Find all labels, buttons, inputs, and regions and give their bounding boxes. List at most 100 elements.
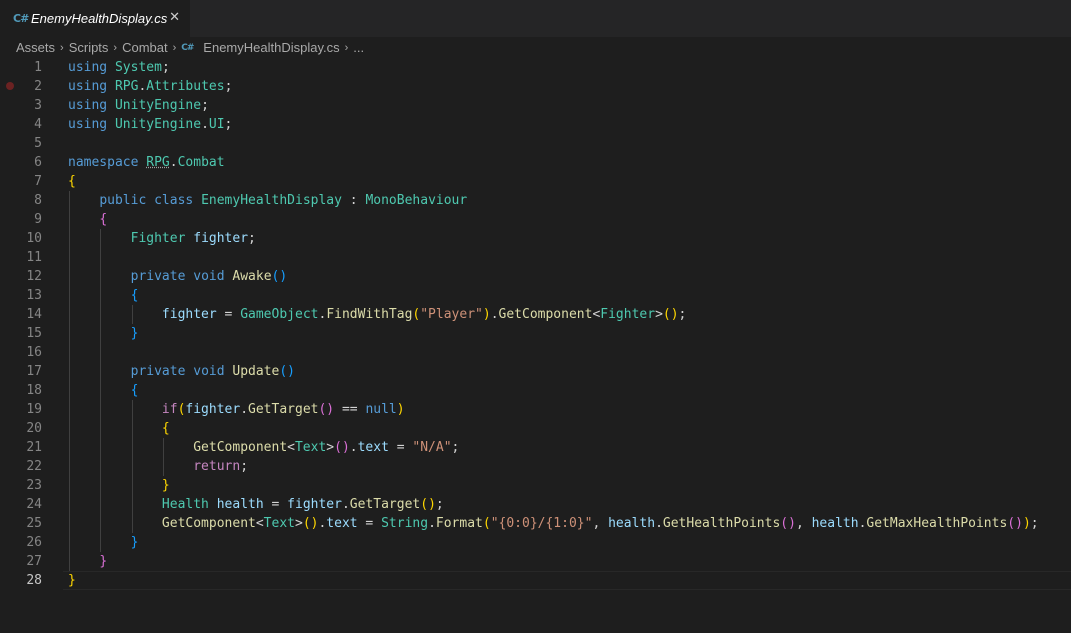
code-text: }	[68, 571, 76, 590]
code-line[interactable]: 9 {	[0, 210, 1071, 229]
code-token: {	[99, 212, 108, 227]
code-token: fighter	[287, 497, 342, 512]
code-token: .	[240, 402, 249, 417]
code-token: ()	[780, 516, 796, 531]
close-icon[interactable]: ✕	[169, 10, 180, 25]
code-token: ()	[318, 402, 335, 417]
breadcrumb-assets[interactable]: Assets	[16, 40, 55, 55]
breadcrumb-symbols[interactable]: ...	[353, 40, 364, 55]
code-text: {	[68, 381, 139, 400]
code-line[interactable]: 26 }	[0, 533, 1071, 552]
code-token: ;	[224, 79, 233, 94]
code-line[interactable]: 22 return;	[0, 457, 1071, 476]
code-token: ;	[451, 440, 460, 455]
code-token: .	[169, 155, 178, 170]
code-line[interactable]: 18 {	[0, 381, 1071, 400]
code-line[interactable]: 24 Health health = fighter.GetTarget();	[0, 495, 1071, 514]
code-line[interactable]: 11	[0, 248, 1071, 267]
code-token: <	[287, 440, 295, 455]
line-number: 6	[34, 155, 42, 170]
code-token: private	[130, 364, 186, 379]
code-token: MonoBehaviour	[365, 193, 468, 208]
line-number: 18	[26, 383, 42, 398]
code-text: }	[68, 324, 139, 343]
code-text: Health health = fighter.GetTarget();	[68, 495, 444, 514]
code-editor[interactable]: 1 using System; 2 using RPG.Attributes; 3 usi…	[0, 58, 1071, 633]
code-token: EnemyHealthDisplay	[201, 193, 342, 208]
code-token: RPG	[146, 155, 170, 170]
code-token: =	[216, 307, 241, 322]
code-token: :	[341, 193, 366, 208]
line-number: 5	[34, 136, 42, 151]
line-number: 14	[26, 307, 42, 322]
code-line[interactable]: 8 public class EnemyHealthDisplay : Mono…	[0, 191, 1071, 210]
code-line[interactable]: 21 GetComponent<Text>().text = "N/A";	[0, 438, 1071, 457]
code-line[interactable]: 5	[0, 134, 1071, 153]
code-token: Update	[232, 364, 280, 379]
code-token: ;	[435, 497, 444, 512]
code-token: )	[482, 307, 491, 322]
line-number: 17	[26, 364, 42, 379]
code-line[interactable]: 25 GetComponent<Text>().text = String.Fo…	[0, 514, 1071, 533]
code-line[interactable]: 17 private void Update()	[0, 362, 1071, 381]
code-line[interactable]: 19 if(fighter.GetTarget() == null)	[0, 400, 1071, 419]
line-number: 4	[34, 117, 42, 132]
breadcrumb-scripts[interactable]: Scripts	[69, 40, 109, 55]
code-token: GetTarget	[248, 402, 319, 417]
code-line[interactable]: 2 using RPG.Attributes;	[0, 77, 1071, 96]
line-number: 19	[26, 402, 42, 417]
line-number: 3	[34, 98, 42, 113]
code-line[interactable]: 3 using UnityEngine;	[0, 96, 1071, 115]
code-line[interactable]: 16	[0, 343, 1071, 362]
code-token: ()	[1007, 516, 1023, 531]
code-line[interactable]: 4 using UnityEngine.UI;	[0, 115, 1071, 134]
code-token: ()	[271, 269, 288, 284]
code-token: )	[396, 402, 405, 417]
code-token: GameObject	[240, 307, 319, 322]
line-number: 2	[34, 79, 42, 94]
code-line[interactable]: 23 }	[0, 476, 1071, 495]
code-token: ,	[795, 516, 812, 531]
chevron-right-icon: ›	[60, 41, 64, 54]
code-token: Text	[263, 516, 295, 531]
code-token: .	[341, 497, 350, 512]
line-number: 15	[26, 326, 42, 341]
code-token: "Player"	[420, 307, 483, 322]
tab-enemy-health-display[interactable]: C# EnemyHealthDisplay.cs ✕	[0, 0, 190, 37]
code-line[interactable]: 6 namespace RPG.Combat	[0, 153, 1071, 172]
breadcrumb-combat[interactable]: Combat	[122, 40, 168, 55]
code-text: using UnityEngine.UI;	[68, 115, 232, 134]
code-token: namespace	[68, 155, 139, 170]
code-token: private	[130, 269, 186, 284]
code-line[interactable]: 20 {	[0, 419, 1071, 438]
code-text: }	[68, 552, 107, 571]
code-token: ()	[302, 516, 319, 531]
code-line[interactable]: 28}	[0, 571, 1071, 590]
code-token: .	[349, 440, 358, 455]
code-token: }	[130, 326, 139, 341]
breadcrumb-file[interactable]: EnemyHealthDisplay.cs	[203, 40, 339, 55]
code-line[interactable]: 13 {	[0, 286, 1071, 305]
code-line[interactable]: 14 fighter = GameObject.FindWithTag("Pla…	[0, 305, 1071, 324]
code-line[interactable]: 1 using System;	[0, 58, 1071, 77]
code-line[interactable]: 15 }	[0, 324, 1071, 343]
code-token: ;	[161, 60, 170, 75]
line-number: 22	[26, 459, 42, 474]
code-line[interactable]: 7{	[0, 172, 1071, 191]
code-text: }	[68, 533, 139, 552]
code-token: >	[294, 516, 303, 531]
code-text: {	[68, 286, 139, 305]
code-token: ()	[662, 307, 679, 322]
code-line[interactable]: 27 }	[0, 552, 1071, 571]
code-line[interactable]: 10 Fighter fighter;	[0, 229, 1071, 248]
code-line[interactable]: 12 private void Awake()	[0, 267, 1071, 286]
line-number: 20	[26, 421, 42, 436]
code-token: fighter	[161, 307, 217, 322]
